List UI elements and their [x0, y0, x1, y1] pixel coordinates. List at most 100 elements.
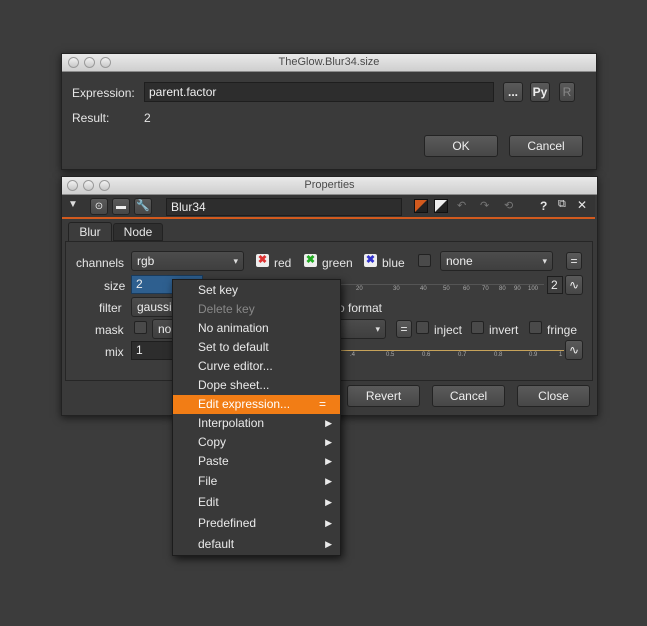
revert-button[interactable]: Revert: [347, 385, 420, 407]
menu-item-label: Delete key: [198, 302, 255, 316]
mask-equals-button[interactable]: =: [396, 320, 412, 338]
menu-item-interpolation[interactable]: Interpolation ▶: [173, 414, 340, 433]
expression-dots-button[interactable]: ...: [503, 82, 523, 102]
menu-item-paste[interactable]: Paste ▶: [173, 452, 340, 471]
green-label: green: [322, 256, 353, 270]
mask-channel-dropdown[interactable]: ▾: [336, 319, 386, 339]
result-value: 2: [144, 111, 151, 125]
collapse-triangle-icon[interactable]: ▼: [68, 199, 78, 210]
close-panel-icon[interactable]: ✕: [577, 198, 587, 212]
python-button[interactable]: Py: [530, 82, 550, 102]
red-label: red: [274, 256, 292, 270]
mix-tick: 0.6: [422, 352, 431, 358]
menu-item-label: Set to default: [198, 340, 269, 354]
menu-item-set-to-default[interactable]: Set to default: [173, 338, 340, 357]
alpha-channel-dropdown[interactable]: none ▾: [440, 251, 553, 271]
chevron-down-icon: ▾: [233, 256, 238, 266]
menu-item-copy[interactable]: Copy ▶: [173, 433, 340, 452]
cancel-button[interactable]: Cancel: [432, 385, 505, 407]
blue-label: blue: [382, 256, 405, 270]
menu-item-label: File: [198, 474, 218, 488]
redo-icon[interactable]: ↷: [480, 199, 498, 214]
float-panel-icon[interactable]: ▬: [112, 198, 130, 215]
cancel-button[interactable]: Cancel: [509, 135, 583, 157]
size-tick: 90: [514, 286, 521, 292]
menu-item-label: default: [198, 537, 235, 551]
zoom-window-button[interactable]: [100, 57, 111, 68]
window-title: TheGlow.Blur34.size: [278, 56, 380, 68]
float-window-icon[interactable]: ⧉: [558, 198, 566, 211]
green-checkbox[interactable]: ✖: [304, 254, 317, 267]
mix-slider[interactable]: .4 0.5 0.6 0.7 0.8 0.9 1: [338, 341, 564, 360]
alpha-channel-value: none: [446, 254, 473, 268]
help-button[interactable]: ?: [540, 199, 547, 213]
minimize-window-button[interactable]: [84, 57, 95, 68]
inject-checkbox[interactable]: [416, 321, 429, 334]
mask-value: no: [158, 322, 172, 336]
mix-curve-icon[interactable]: ∿: [565, 340, 583, 360]
mix-label: mix: [105, 345, 124, 359]
menu-item-default[interactable]: default ▶: [173, 535, 340, 554]
alpha-checkbox[interactable]: [418, 254, 431, 267]
menu-item-label: Curve editor...: [198, 359, 273, 373]
expression-dialog: TheGlow.Blur34.size Expression: parent.f…: [61, 53, 597, 170]
expression-input[interactable]: parent.factor: [144, 82, 494, 102]
menu-item-label: Predefined: [198, 516, 257, 530]
node-name-input[interactable]: Blur34: [166, 198, 402, 216]
menu-item-label: Edit: [198, 495, 219, 509]
minimize-window-button[interactable]: [83, 180, 94, 191]
menu-item-delete-key: Delete key: [173, 300, 340, 319]
menu-item-label: Edit expression...: [198, 397, 291, 411]
red-checkbox[interactable]: ✖: [256, 254, 269, 267]
mix-tick: 0.7: [458, 352, 467, 358]
fringe-checkbox[interactable]: [529, 321, 542, 334]
node-color-icon[interactable]: [414, 199, 428, 213]
r-button[interactable]: R: [559, 82, 575, 102]
mix-input[interactable]: 1: [131, 341, 176, 360]
menu-item-label: Interpolation: [198, 416, 265, 430]
close-window-button[interactable]: [67, 180, 78, 191]
menu-item-predefined[interactable]: Predefined ▶: [173, 514, 340, 533]
menu-item-edit[interactable]: Edit ▶: [173, 493, 340, 512]
tab-node[interactable]: Node: [113, 223, 163, 241]
properties-titlebar[interactable]: Properties: [62, 177, 597, 195]
blue-checkbox[interactable]: ✖: [364, 254, 377, 267]
center-node-icon[interactable]: ⊙: [90, 198, 108, 215]
menu-item-no-animation[interactable]: No animation: [173, 319, 340, 338]
size-value-box[interactable]: 2: [547, 276, 563, 294]
mix-tick: 0.8: [494, 352, 503, 358]
ok-button[interactable]: OK: [424, 135, 498, 157]
undo-icon[interactable]: ↶: [457, 199, 475, 214]
menu-item-file[interactable]: File ▶: [173, 472, 340, 491]
menu-item-label: Set key: [198, 283, 239, 297]
menu-item-edit-expression[interactable]: Edit expression... =: [173, 395, 340, 414]
size-curve-icon[interactable]: ∿: [565, 275, 583, 295]
mask-checkbox[interactable]: [134, 321, 147, 334]
channels-equals-button[interactable]: =: [566, 252, 582, 270]
menu-item-label: Dope sheet...: [198, 378, 270, 392]
channels-dropdown[interactable]: rgb ▾: [131, 251, 244, 271]
wrench-icon[interactable]: 🔧: [134, 198, 152, 215]
tab-blur-label: Blur: [79, 225, 101, 239]
gl-color-icon[interactable]: [434, 199, 448, 213]
window-title: Properties: [304, 179, 355, 191]
submenu-arrow-icon: ▶: [325, 497, 332, 507]
mix-tick: 0.5: [386, 352, 395, 358]
expression-dialog-titlebar[interactable]: TheGlow.Blur34.size: [62, 54, 596, 72]
size-tick: 30: [393, 286, 400, 292]
filter-label: filter: [99, 301, 122, 315]
chevron-down-icon: ▾: [375, 324, 380, 334]
inject-label: inject: [434, 323, 463, 337]
mix-slider-track: [338, 350, 564, 351]
menu-item-dope-sheet[interactable]: Dope sheet...: [173, 376, 340, 395]
revert-icon[interactable]: ⟲: [504, 199, 522, 214]
menu-item-label: No animation: [198, 321, 269, 335]
close-button[interactable]: Close: [517, 385, 590, 407]
tab-blur[interactable]: Blur: [68, 222, 112, 241]
menu-item-set-key[interactable]: Set key: [173, 281, 340, 300]
zoom-window-button[interactable]: [99, 180, 110, 191]
close-window-button[interactable]: [68, 57, 79, 68]
menu-item-curve-editor[interactable]: Curve editor...: [173, 357, 340, 376]
mix-tick: .4: [350, 352, 356, 358]
invert-checkbox[interactable]: [471, 321, 484, 334]
